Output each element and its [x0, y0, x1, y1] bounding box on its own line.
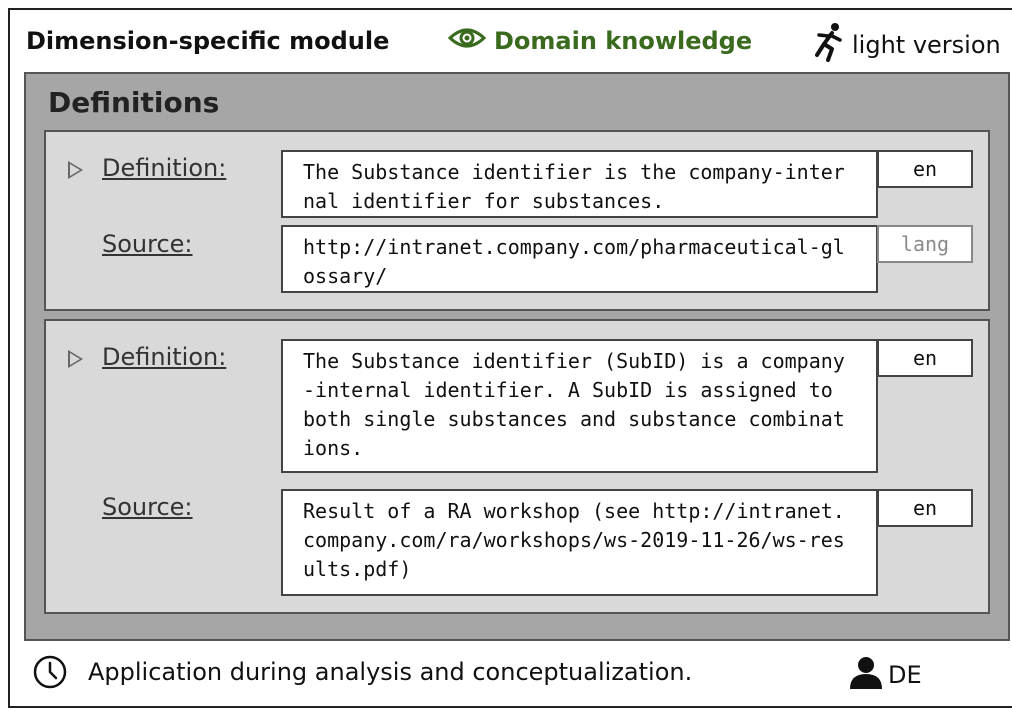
definition-text-field[interactable]: The Substance identifier is the company-…	[281, 150, 878, 218]
user-icon	[848, 655, 884, 695]
source-label: Source:	[102, 230, 193, 258]
definition-label: Definition:	[102, 343, 227, 371]
domain-knowledge-label: Domain knowledge	[494, 27, 753, 55]
definition-lang-field[interactable]: en	[877, 150, 973, 188]
running-person-icon	[810, 22, 846, 68]
source-lang-field[interactable]: lang	[877, 225, 973, 263]
expand-triangle-icon[interactable]	[68, 350, 83, 368]
definition-text-field[interactable]: The Substance identifier (SubID) is a co…	[281, 339, 878, 473]
light-version-toggle[interactable]: light version	[810, 22, 1001, 68]
definition-label: Definition:	[102, 154, 227, 182]
eye-icon	[447, 26, 487, 56]
definitions-panel: Definitions Definition: The Substance id…	[24, 72, 1010, 641]
definition-lang-field[interactable]: en	[877, 339, 973, 377]
source-text-field[interactable]: http://intranet.company.com/pharmaceutic…	[281, 225, 878, 293]
definitions-title: Definitions	[48, 86, 220, 119]
light-version-label: light version	[852, 31, 1001, 59]
definition-card: Definition: The Substance identifier (Su…	[44, 319, 990, 614]
source-text-field[interactable]: Result of a RA workshop (see http://intr…	[281, 489, 878, 596]
application-phase-text: Application during analysis and conceptu…	[88, 658, 693, 686]
module-title: Dimension-specific module	[26, 27, 390, 55]
source-label: Source:	[102, 493, 193, 521]
clock-icon	[33, 655, 67, 689]
user-language-label: DE	[888, 661, 922, 689]
expand-triangle-icon[interactable]	[68, 161, 83, 179]
definition-card: Definition: The Substance identifier is …	[44, 130, 990, 311]
user-language[interactable]: DE	[848, 655, 922, 695]
source-lang-field[interactable]: en	[877, 489, 973, 527]
domain-knowledge-header: Domain knowledge	[447, 26, 753, 56]
